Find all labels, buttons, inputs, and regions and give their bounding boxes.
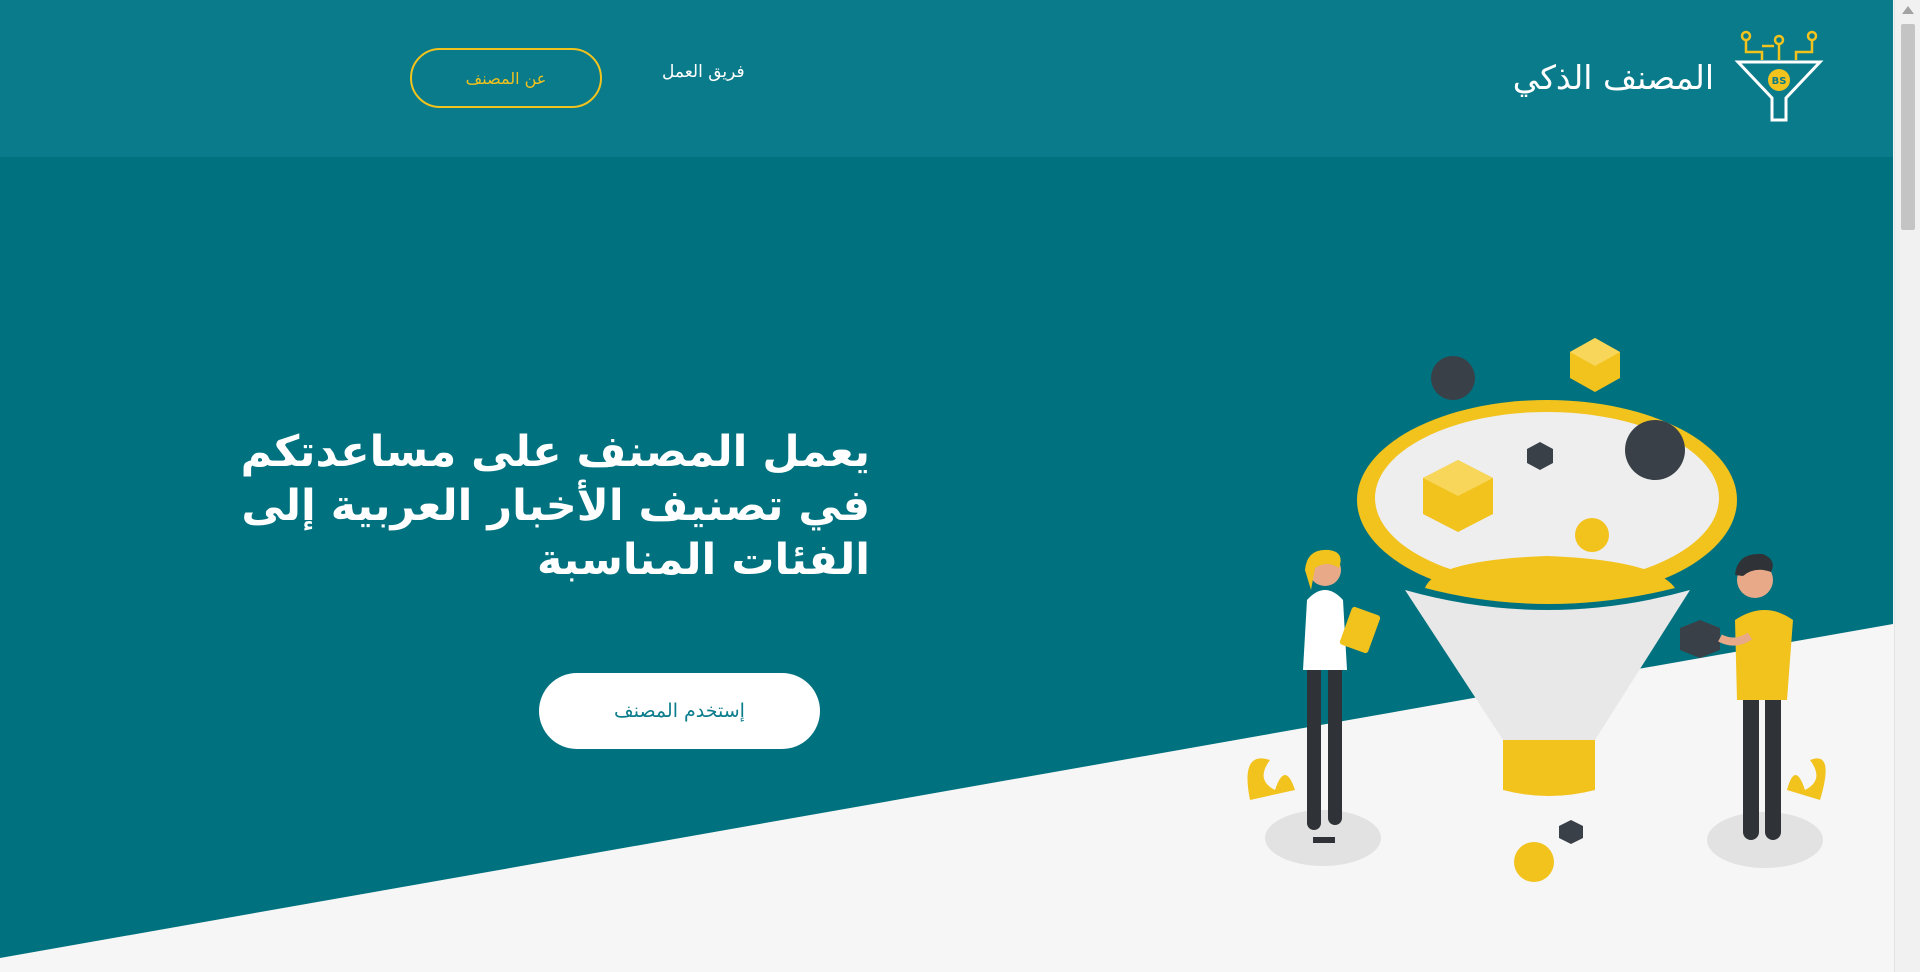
logo-text: BS <box>1772 76 1787 87</box>
scroll-thumb[interactable] <box>1901 24 1915 230</box>
floating-ball-dark <box>1431 356 1475 400</box>
use-classifier-button[interactable]: إستخدم المصنف <box>539 673 820 749</box>
funnel-logo-icon: BS <box>1734 30 1824 122</box>
ball-dark-in-funnel <box>1625 420 1685 480</box>
hero-title: يعمل المصنف على مساعدتكم في تصنيف الأخبا… <box>240 427 870 585</box>
top-navbar: BS المصنف الذكي فريق العمل عن المصنف <box>0 0 1893 157</box>
man-figure <box>1680 553 1826 868</box>
about-button[interactable]: عن المصنف <box>410 48 602 108</box>
woman-figure <box>1247 549 1381 866</box>
page-scrollbar[interactable] <box>1894 0 1920 972</box>
brand-name: المصنف الذكي <box>1512 57 1714 97</box>
funnel-spout <box>1503 740 1595 796</box>
brand[interactable]: BS المصنف الذكي <box>1513 30 1824 124</box>
nav-link-team[interactable]: فريق العمل <box>662 62 745 82</box>
ball-yellow-in-funnel <box>1575 518 1609 552</box>
hero-illustration <box>1247 338 1826 882</box>
funnel-body <box>1405 590 1690 740</box>
scroll-up-arrow-icon[interactable] <box>1902 6 1914 14</box>
